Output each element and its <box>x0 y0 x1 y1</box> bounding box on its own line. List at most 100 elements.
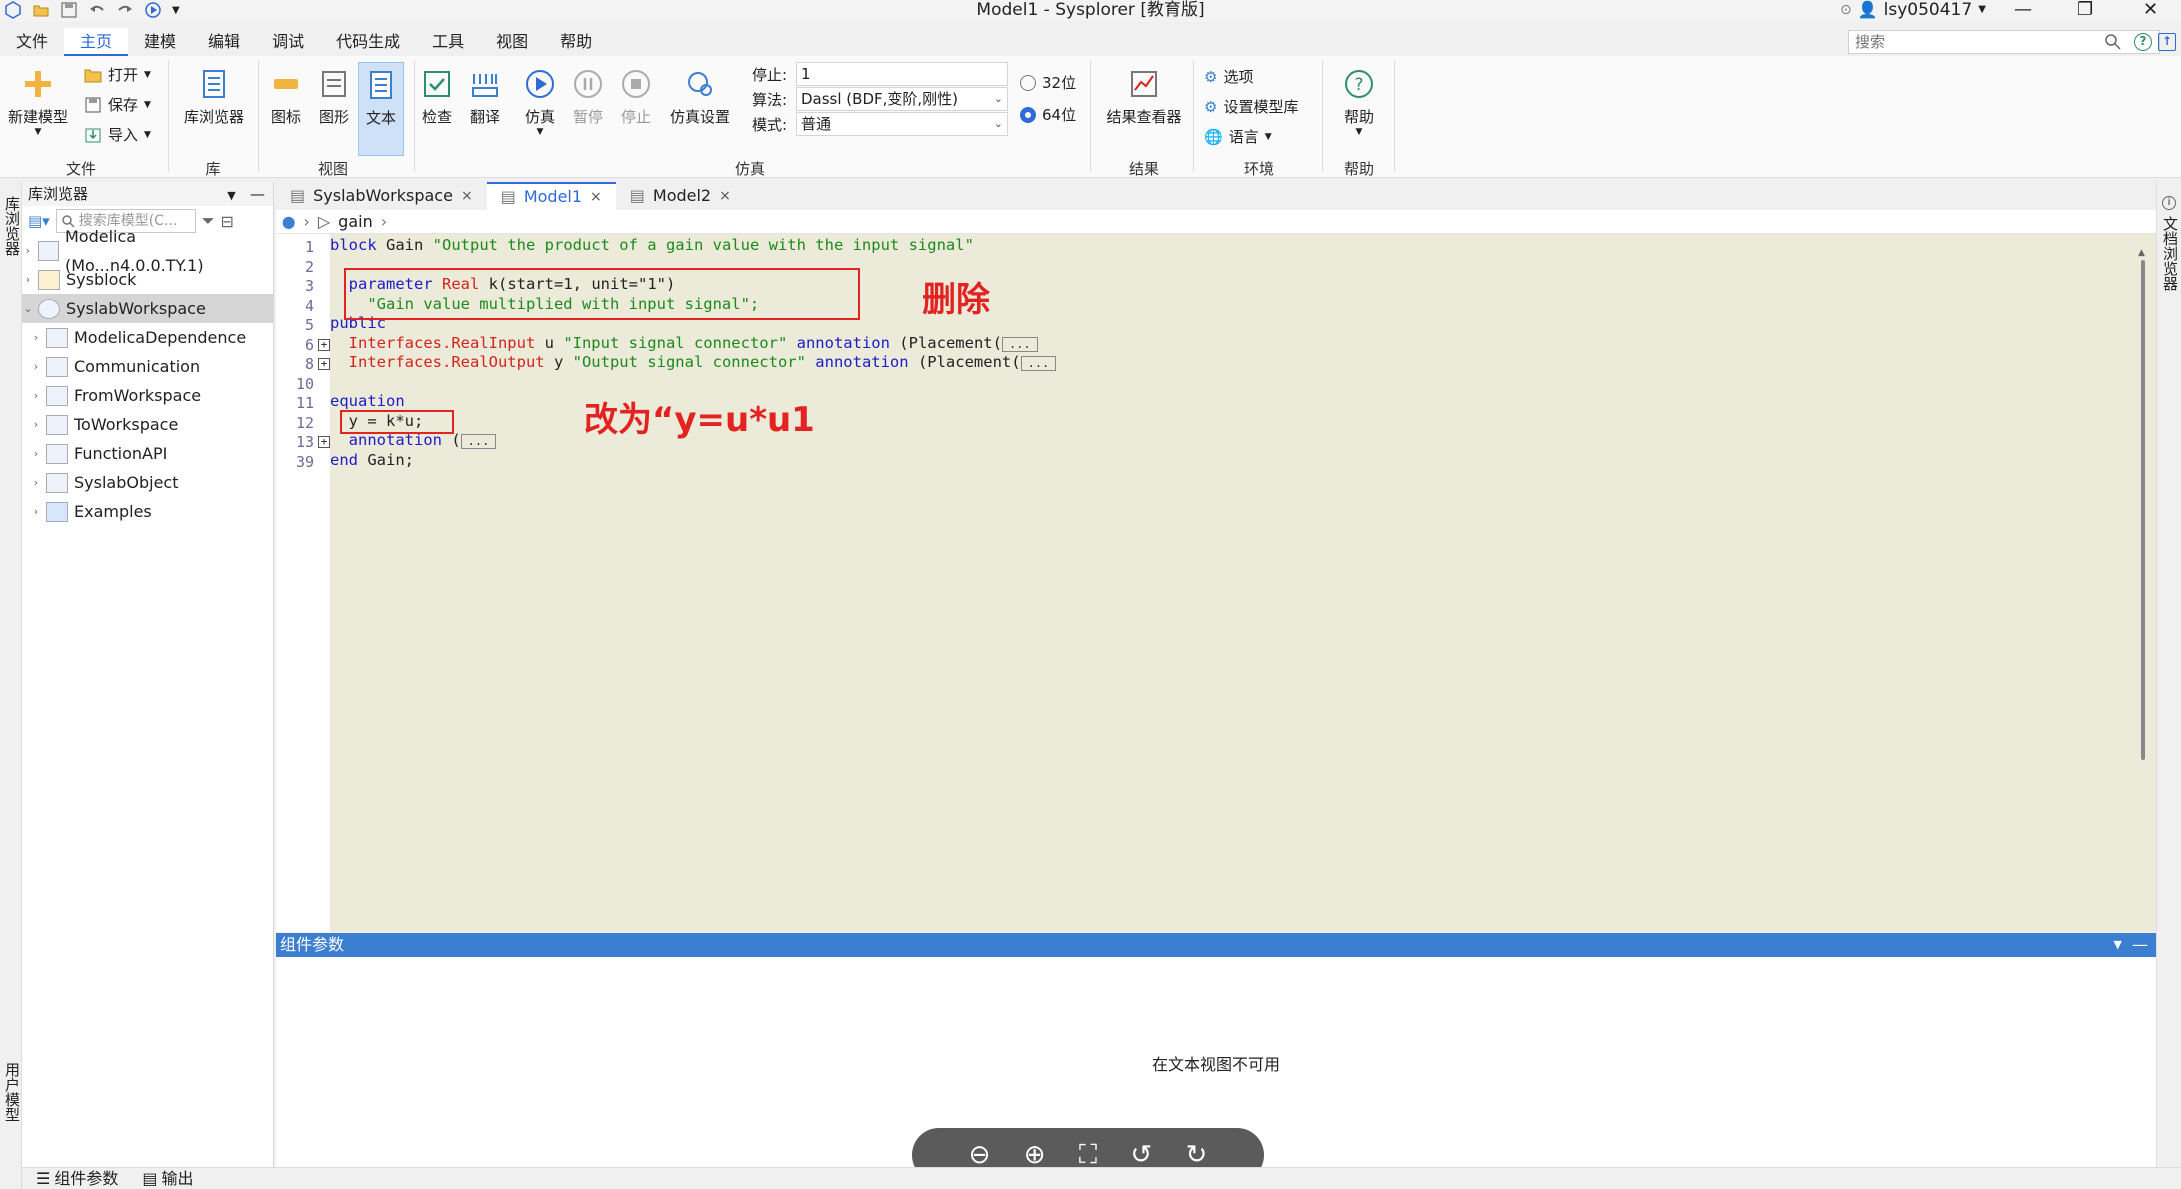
help-button[interactable]: ? 帮助 ▼ <box>1330 68 1388 137</box>
result-viewer-button[interactable]: 结果查看器 <box>1098 68 1190 127</box>
menu-debug[interactable]: 调试 <box>256 28 320 56</box>
scrollbar-thumb[interactable] <box>2141 260 2145 760</box>
sim-settings-button[interactable]: 仿真设置 <box>664 68 736 127</box>
chevron-right-icon[interactable]: › <box>30 352 42 381</box>
check-button[interactable]: 检查 <box>418 68 456 127</box>
help-circle-icon[interactable]: ? <box>2134 33 2152 51</box>
minimize-panel-icon[interactable]: — <box>2132 933 2148 957</box>
language-button[interactable]: 🌐 语言 ▼ <box>1204 126 1272 147</box>
minimize-icon[interactable]: — <box>2014 0 2032 20</box>
info-icon[interactable]: ↑ <box>2158 33 2176 51</box>
zoom-out-icon[interactable]: ⊖ <box>969 1140 991 1170</box>
doc-browser-side-tab[interactable]: 文档浏览器 <box>2160 216 2181 291</box>
editor-scrollbar[interactable]: ▲ <box>2138 248 2148 928</box>
info-icon[interactable]: i <box>2162 196 2176 210</box>
lib-browser-button[interactable]: 库浏览器 <box>178 68 250 127</box>
radio-32bit[interactable]: 32位 <box>1020 72 1076 93</box>
expand-fold-icon[interactable]: + <box>318 339 330 351</box>
simulate-dropdown-icon[interactable]: ▼ <box>520 127 560 137</box>
open-dropdown-icon[interactable]: ▼ <box>144 70 151 80</box>
menu-codegen[interactable]: 代码生成 <box>320 28 416 56</box>
save-button[interactable]: 保存 ▼ <box>84 94 151 115</box>
code-editor[interactable]: 1 2 3 4 5 6 8 10 11 12 13 39 + + + block… <box>276 234 2156 932</box>
help-dropdown-icon[interactable]: ▼ <box>1330 127 1388 137</box>
user-model-side-tab[interactable]: 用户模型 <box>2 1062 23 1122</box>
fold-ellipsis[interactable]: ... <box>1001 337 1038 352</box>
tab-model2[interactable]: ▤ Model2 × <box>616 182 745 210</box>
icon-view-button[interactable]: 图标 <box>264 68 308 127</box>
radio-64bit[interactable]: 64位 <box>1020 104 1076 125</box>
mode-select[interactable]: 普通 ⌄ <box>796 112 1008 136</box>
import-button[interactable]: 导入 ▼ <box>84 124 151 145</box>
text-view-button[interactable]: 文本 <box>358 62 404 156</box>
simulate-button[interactable]: 仿真 ▼ <box>520 68 560 137</box>
home-icon[interactable]: ⬤ <box>282 210 295 233</box>
chevron-right-icon[interactable]: › <box>30 323 42 352</box>
menu-edit[interactable]: 编辑 <box>192 28 256 56</box>
chevron-right-icon[interactable]: › <box>30 468 42 497</box>
tree-item[interactable]: › FromWorkspace <box>22 381 273 410</box>
chevron-down-icon[interactable]: ▼ <box>227 189 235 202</box>
scroll-up-icon[interactable]: ▲ <box>2138 248 2145 258</box>
tab-output[interactable]: ▤ 输出 <box>142 1168 193 1189</box>
menu-home[interactable]: 主页 <box>64 28 129 56</box>
tree-item[interactable]: › Communication <box>22 352 273 381</box>
tree-item[interactable]: › Examples <box>22 497 273 526</box>
menu-view[interactable]: 视图 <box>480 28 544 56</box>
tab-model1[interactable]: ▤ Model1 × <box>486 182 616 211</box>
chevron-right-icon[interactable]: › <box>30 381 42 410</box>
lib-view-icon[interactable]: ▤▾ <box>28 212 50 230</box>
lib-browser-side-tab[interactable]: 库浏览器 <box>2 196 23 256</box>
close-tab-icon[interactable]: × <box>461 182 473 210</box>
chevron-right-icon[interactable]: › <box>22 236 34 265</box>
chevron-down-icon[interactable]: ▼ <box>2114 933 2122 957</box>
chevron-right-icon[interactable]: › <box>30 410 42 439</box>
set-lib-button[interactable]: ⚙ 设置模型库 <box>1204 96 1298 117</box>
tab-syslabworkspace[interactable]: ▤ SyslabWorkspace × <box>276 182 487 210</box>
new-model-dropdown-icon[interactable]: ▼ <box>6 127 70 137</box>
fit-screen-icon[interactable]: ⛶ <box>1079 1140 1097 1171</box>
chevron-right-icon[interactable]: › <box>30 497 42 526</box>
tree-item[interactable]: › Modelica (Mo...n4.0.0.TY.1) <box>22 227 273 275</box>
zoom-in-icon[interactable]: ⊕ <box>1024 1140 1046 1170</box>
download-icon[interactable]: ⊙ <box>1840 0 1852 20</box>
chevron-right-icon[interactable]: › <box>22 265 34 294</box>
tree-item[interactable]: › Sysblock <box>22 265 273 294</box>
open-button[interactable]: 打开 ▼ <box>84 64 151 85</box>
menu-file[interactable]: 文件 <box>0 28 64 56</box>
import-dropdown-icon[interactable]: ▼ <box>144 130 151 140</box>
diagram-view-button[interactable]: 图形 <box>312 68 356 127</box>
minimize-panel-icon[interactable]: — <box>250 185 265 203</box>
user-dropdown-icon[interactable]: ▼ <box>1978 0 1986 20</box>
close-tab-icon[interactable]: × <box>719 182 731 210</box>
new-model-button[interactable]: 新建模型 ▼ <box>6 68 70 137</box>
save-dropdown-icon[interactable]: ▼ <box>144 100 151 110</box>
tree-item[interactable]: › FunctionAPI <box>22 439 273 468</box>
fold-ellipsis[interactable]: ... <box>460 434 497 449</box>
tree-item[interactable]: › SyslabObject <box>22 468 273 497</box>
close-tab-icon[interactable]: × <box>590 183 602 211</box>
restore-icon[interactable]: ❐ <box>2077 0 2093 20</box>
breadcrumb-item[interactable]: gain <box>338 210 373 233</box>
language-dropdown-icon[interactable]: ▼ <box>1265 132 1272 142</box>
rotate-left-icon[interactable]: ↺ <box>1130 1140 1152 1170</box>
algorithm-select[interactable]: Dassl (BDF,变阶,刚性) ⌄ <box>796 87 1008 111</box>
rotate-right-icon[interactable]: ↻ <box>1186 1140 1208 1170</box>
options-button[interactable]: ⚙ 选项 <box>1204 66 1253 87</box>
menu-help[interactable]: 帮助 <box>544 28 608 56</box>
pause-button[interactable]: 暂停 <box>568 68 608 127</box>
translate-button[interactable]: 翻译 <box>466 68 504 127</box>
stop-time-input[interactable]: 1 <box>796 62 1008 86</box>
expand-fold-icon[interactable]: + <box>318 358 330 370</box>
tree-item-selected[interactable]: ⌄ SyslabWorkspace <box>22 294 273 323</box>
menu-tools[interactable]: 工具 <box>416 28 480 56</box>
tree-item[interactable]: › ModelicaDependence <box>22 323 273 352</box>
tree-item[interactable]: › ToWorkspace <box>22 410 273 439</box>
chevron-down-icon[interactable]: ⌄ <box>22 294 34 323</box>
menu-modeling[interactable]: 建模 <box>128 28 192 56</box>
close-icon[interactable]: ✕ <box>2143 0 2158 20</box>
expand-fold-icon[interactable]: + <box>318 436 330 448</box>
search-icon[interactable] <box>2104 33 2122 51</box>
stop-button[interactable]: 停止 <box>616 68 656 127</box>
user-menu[interactable]: ⊙ 👤 lsy050417 ▼ <box>1840 0 1986 20</box>
